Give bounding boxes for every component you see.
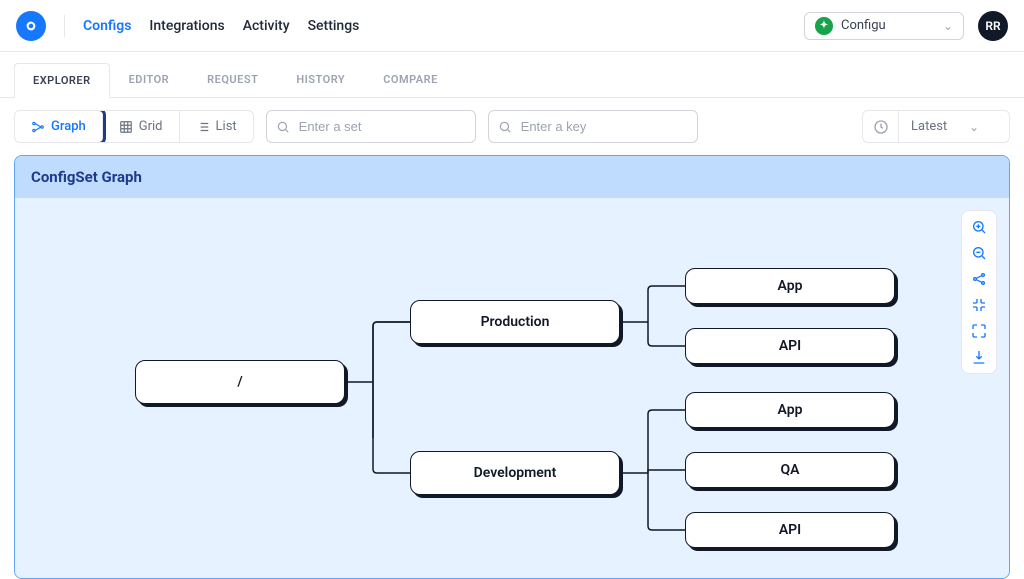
avatar[interactable]: RR <box>978 11 1008 41</box>
view-graph[interactable]: Graph <box>15 111 103 142</box>
key-search <box>488 110 698 143</box>
history-label: Latest <box>911 119 947 134</box>
history-selector[interactable]: Latest ⌄ <box>862 110 1010 143</box>
tab-editor[interactable]: EDITOR <box>110 62 189 97</box>
clock-icon <box>863 111 899 142</box>
graph-node[interactable]: App <box>685 268 895 304</box>
view-grid[interactable]: Grid <box>103 111 180 142</box>
graph-node[interactable]: App <box>685 392 895 428</box>
graph-node[interactable]: QA <box>685 452 895 488</box>
nav-activity[interactable]: Activity <box>243 18 290 34</box>
grid-icon <box>119 120 133 134</box>
set-search <box>266 110 476 143</box>
graph-toolbar <box>961 210 997 374</box>
collapse-icon[interactable] <box>966 293 992 317</box>
graph-canvas[interactable]: / Production Development App API App QA … <box>15 198 1009 578</box>
main-nav: Configs Integrations Activity Settings <box>83 18 359 34</box>
subtab-bar: EXPLORER EDITOR REQUEST HISTORY COMPARE <box>0 52 1024 98</box>
nav-integrations[interactable]: Integrations <box>149 18 224 34</box>
tab-explorer[interactable]: EXPLORER <box>14 63 110 98</box>
graph-node[interactable]: Production <box>410 300 620 344</box>
tab-request[interactable]: REQUEST <box>188 62 277 97</box>
zoom-out-icon[interactable] <box>966 241 992 265</box>
zoom-in-icon[interactable] <box>966 215 992 239</box>
graph-icon <box>31 120 45 134</box>
org-name: Configu <box>841 18 935 33</box>
view-graph-label: Graph <box>51 119 86 134</box>
set-input[interactable] <box>266 110 476 143</box>
nav-configs[interactable]: Configs <box>83 18 131 34</box>
list-icon <box>196 120 210 134</box>
graph-node[interactable]: API <box>685 512 895 548</box>
app-header: Configs Integrations Activity Settings ✦… <box>0 0 1024 52</box>
configset-panel: ConfigSet Graph / Production Development… <box>14 155 1010 579</box>
panel-title: ConfigSet Graph <box>15 156 1009 198</box>
org-selector[interactable]: ✦ Configu ⌄ <box>804 12 964 40</box>
search-icon <box>498 120 512 134</box>
graph-node[interactable]: API <box>685 328 895 364</box>
view-list-label: List <box>216 119 237 134</box>
graph-node-root[interactable]: / <box>135 360 345 404</box>
view-switcher: Graph Grid List <box>14 110 254 143</box>
nav-settings[interactable]: Settings <box>308 18 360 34</box>
tab-history[interactable]: HISTORY <box>277 62 364 97</box>
explorer-toolbar: Graph Grid List Latest ⌄ <box>0 98 1024 155</box>
divider <box>64 15 65 37</box>
search-icon <box>276 120 290 134</box>
download-icon[interactable] <box>966 345 992 369</box>
graph-node[interactable]: Development <box>410 451 620 495</box>
expand-icon[interactable] <box>966 319 992 343</box>
share-icon[interactable] <box>966 267 992 291</box>
chevron-down-icon: ⌄ <box>969 120 979 134</box>
tab-compare[interactable]: COMPARE <box>364 62 457 97</box>
org-icon: ✦ <box>815 17 833 35</box>
chevron-down-icon: ⌄ <box>943 19 953 33</box>
view-grid-label: Grid <box>139 119 163 134</box>
app-logo <box>16 11 46 41</box>
view-list[interactable]: List <box>180 111 253 142</box>
key-input[interactable] <box>488 110 698 143</box>
